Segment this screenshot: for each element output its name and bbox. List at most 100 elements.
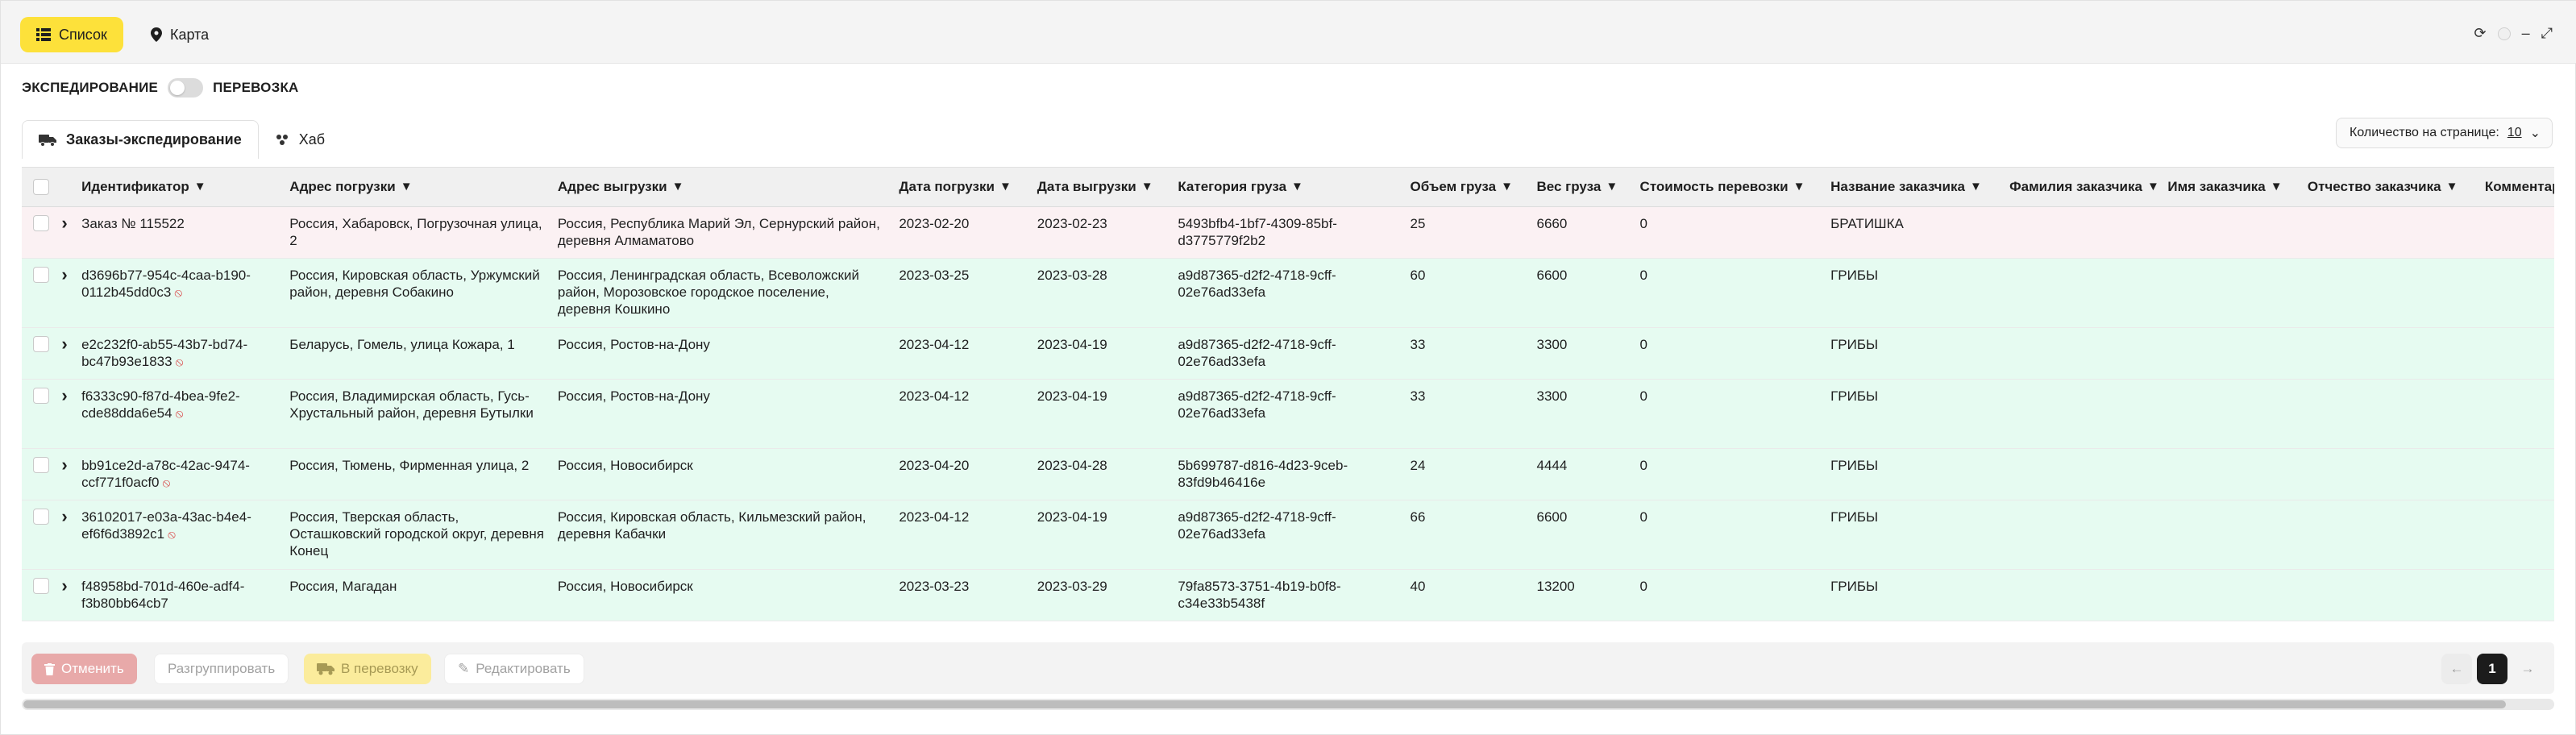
- table-cell-surname: [2003, 258, 2162, 328]
- table-cell-weight: 13200: [1530, 569, 1634, 621]
- filter-icon[interactable]: ▼: [1793, 180, 1805, 193]
- table-cell-patronymic: [2300, 379, 2478, 449]
- page-button-current[interactable]: 1: [2477, 654, 2507, 684]
- cell-value: 33: [1410, 336, 1426, 352]
- map-view-label: Карта: [170, 26, 210, 43]
- pencil-icon: ✎: [458, 661, 470, 676]
- row-select-cell: [22, 569, 56, 621]
- table-row[interactable]: › f6333c90-f87d-4bea-9fe2-cde88dda6e54 ⦸ Ро…: [22, 379, 2554, 449]
- row-checkbox[interactable]: [33, 456, 49, 473]
- map-view-button[interactable]: Карта: [135, 17, 225, 52]
- chevron-right-icon[interactable]: ›: [61, 455, 67, 475]
- column-header-label: Стоимость перевозки: [1639, 178, 1789, 194]
- table-cell-surname: [2003, 327, 2162, 380]
- column-header[interactable]: Объем груза ▼: [1403, 168, 1531, 207]
- column-header[interactable]: Дата погрузки ▼: [892, 168, 1031, 207]
- cancel-button[interactable]: Отменить: [31, 654, 137, 684]
- column-header[interactable]: Категория груза ▼: [1171, 168, 1404, 207]
- filter-icon[interactable]: ▼: [1606, 180, 1618, 193]
- page-size-select[interactable]: Количество на странице: 10 ⌄: [2336, 118, 2553, 148]
- ungroup-button[interactable]: Разгруппировать: [154, 654, 289, 684]
- filter-icon[interactable]: ▼: [1970, 180, 1982, 193]
- chevron-right-icon[interactable]: ›: [61, 334, 67, 354]
- column-header[interactable]: Дата выгрузки ▼: [1030, 168, 1172, 207]
- column-header[interactable]: Адрес выгрузки ▼: [551, 168, 893, 207]
- table-cell-customer: ГРИБЫ: [1824, 500, 2004, 570]
- column-header[interactable]: Адрес погрузки ▼: [283, 168, 551, 207]
- edit-button[interactable]: ✎ Редактировать: [444, 654, 584, 684]
- to-transport-button[interactable]: В перевозку: [304, 654, 431, 684]
- table-cell-customer: ГРИБЫ: [1824, 379, 2004, 449]
- chevron-right-icon[interactable]: ›: [61, 264, 67, 284]
- row-checkbox[interactable]: [33, 577, 49, 594]
- cell-value: 6660: [1536, 215, 1568, 231]
- column-header[interactable]: Вес груза ▼: [1530, 168, 1634, 207]
- filter-icon[interactable]: ▼: [401, 180, 413, 193]
- column-header[interactable]: Фамилия заказчика ▼: [2003, 168, 2162, 207]
- row-checkbox[interactable]: [33, 266, 49, 283]
- cell-value: Заказ № 115522: [81, 215, 185, 231]
- cell-value: Россия, Кировская область, Кильмезский р…: [557, 509, 866, 542]
- filter-icon[interactable]: ▼: [1141, 180, 1153, 193]
- table-cell-load-date: 2023-03-25: [892, 258, 1031, 328]
- table-cell-id: d3696b77-954c-4caa-b190-0112b45dd0c3 ⦸: [75, 258, 284, 328]
- select-all-checkbox[interactable]: [33, 178, 49, 195]
- filter-icon[interactable]: ▼: [999, 180, 1012, 193]
- table-cell-comment: [2478, 500, 2554, 570]
- tab-hub[interactable]: Хаб: [259, 120, 341, 159]
- table-cell-load: Россия, Хабаровск, Погрузочная улица, 2: [283, 206, 551, 259]
- column-header[interactable]: Название заказчика ▼: [1824, 168, 2004, 207]
- chevron-right-icon[interactable]: ›: [61, 385, 67, 405]
- table-row[interactable]: › bb91ce2d-a78c-42ac-9474-ccf771f0acf0 ⦸ Ро…: [22, 448, 2554, 500]
- expand-icon[interactable]: ⤢: [2541, 25, 2553, 42]
- chevron-right-icon[interactable]: ›: [61, 213, 67, 233]
- row-checkbox[interactable]: [33, 214, 49, 231]
- row-select-cell: [22, 258, 56, 328]
- filter-icon[interactable]: ▼: [194, 180, 206, 193]
- next-page-button[interactable]: →: [2512, 654, 2543, 684]
- mode-switch[interactable]: [168, 78, 204, 98]
- arrow-right-icon: →: [2520, 661, 2535, 676]
- column-header[interactable]: Отчество заказчика ▼: [2300, 168, 2478, 207]
- column-header-label: Объем груза: [1410, 178, 1497, 194]
- table-cell-surname: [2003, 206, 2162, 259]
- table-row[interactable]: › e2c232f0-ab55-43b7-bd74-bc47b93e1833 ⦸ Бе…: [22, 327, 2554, 380]
- column-header[interactable]: Комментарий▼: [2478, 168, 2554, 207]
- filter-icon[interactable]: ▼: [1501, 180, 1513, 193]
- table-cell-unload: Россия, Кировская область, Кильмезский р…: [551, 500, 893, 570]
- filter-icon[interactable]: ▼: [2271, 180, 2283, 193]
- column-header[interactable]: Имя заказчика ▼: [2161, 168, 2301, 207]
- table-cell-cost: 0: [1633, 569, 1825, 621]
- prev-page-button[interactable]: ←: [2441, 654, 2472, 684]
- chevron-down-icon: ⌄: [2529, 127, 2541, 140]
- cell-value: 6600: [1536, 267, 1568, 283]
- row-checkbox[interactable]: [33, 508, 49, 525]
- table-row[interactable]: › Заказ № 115522 Россия, Хабаровск, Погруз…: [22, 206, 2554, 259]
- minimize-icon[interactable]: –: [2522, 25, 2530, 42]
- table-row[interactable]: › 36102017-e03a-43ac-b4e4-ef6f6d3892c1 ⦸ Ро…: [22, 500, 2554, 570]
- blocked-icon: ⦸: [168, 527, 176, 542]
- column-header[interactable]: Стоимость перевозки ▼: [1633, 168, 1825, 207]
- refresh-icon[interactable]: ⟳: [2474, 25, 2486, 42]
- table-cell-category: 5b699787-d816-4d23-9ceb-83fd9b46416e: [1171, 448, 1404, 500]
- list-view-button[interactable]: Список: [20, 17, 123, 52]
- filter-icon[interactable]: ▼: [2446, 180, 2458, 193]
- table-cell-id: Заказ № 115522: [75, 206, 284, 259]
- tab-forwarding-orders[interactable]: Заказы-экспедирование: [22, 120, 259, 159]
- table-row[interactable]: › d3696b77-954c-4caa-b190-0112b45dd0c3 ⦸ Ро…: [22, 258, 2554, 328]
- chevron-right-icon[interactable]: ›: [61, 506, 67, 526]
- row-checkbox[interactable]: [33, 387, 49, 404]
- row-checkbox[interactable]: [33, 335, 49, 352]
- cell-value: 2023-04-20: [899, 457, 970, 473]
- table-row[interactable]: › f48958bd-701d-460e-adf4-f3b80bb64cb7 Рос…: [22, 569, 2554, 621]
- filter-icon[interactable]: ▼: [672, 180, 684, 193]
- table-cell-unload-date: 2023-04-19: [1030, 327, 1172, 380]
- column-header[interactable]: Идентификатор ▼: [75, 168, 284, 207]
- filter-icon[interactable]: ▼: [1291, 180, 1303, 193]
- scrollbar-thumb[interactable]: [23, 700, 2506, 708]
- column-header-label: Имя заказчика: [2167, 178, 2266, 194]
- horizontal-scrollbar[interactable]: [22, 699, 2554, 710]
- table-cell-weight: 3300: [1530, 379, 1634, 449]
- chevron-right-icon[interactable]: ›: [61, 575, 67, 596]
- filter-icon[interactable]: ▼: [2147, 180, 2159, 193]
